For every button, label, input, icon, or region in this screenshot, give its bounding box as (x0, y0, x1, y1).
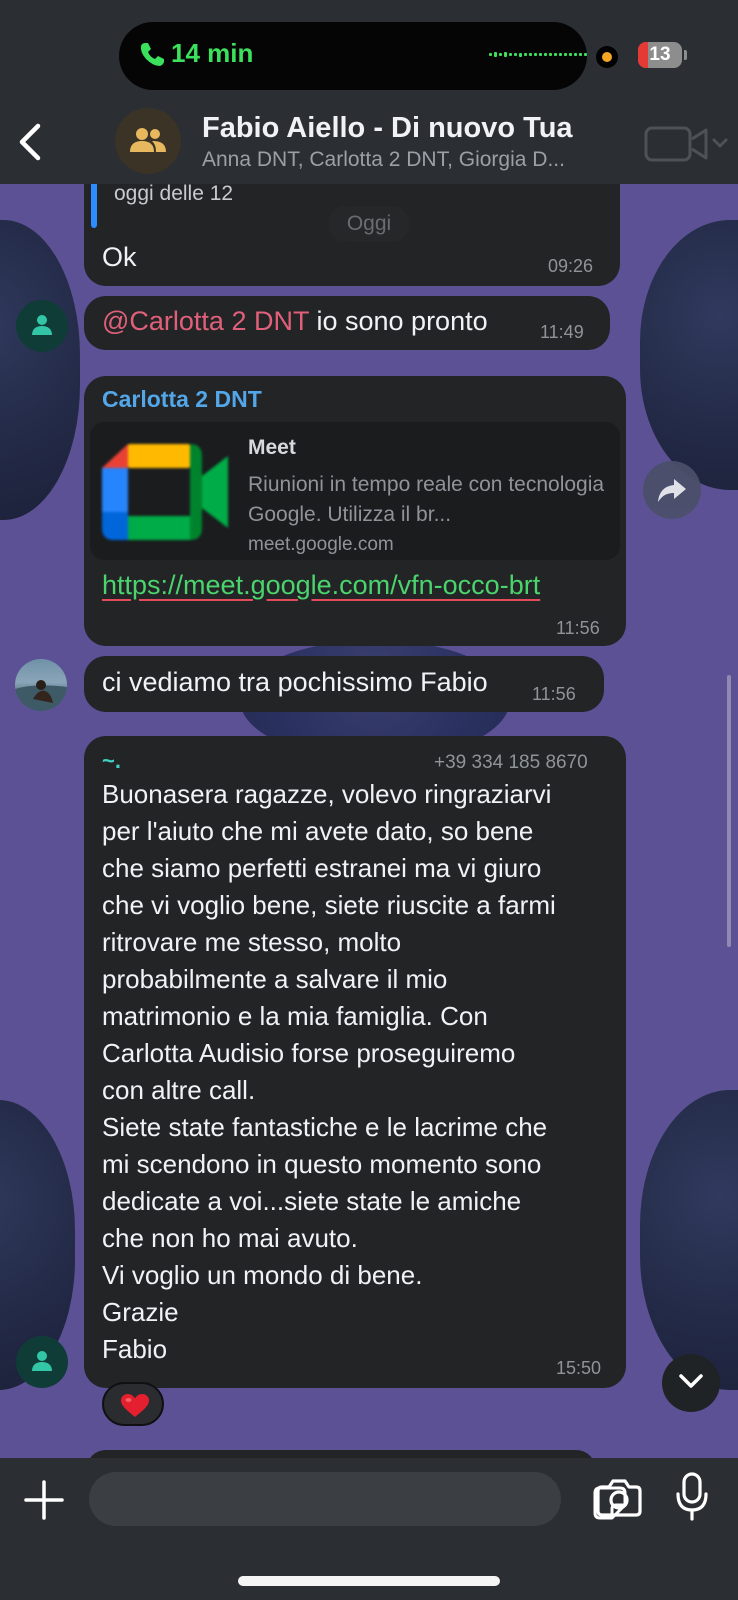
quoted-snippet: oggi delle 12 (114, 182, 234, 205)
battery-level: 13 (649, 44, 671, 65)
link-preview-description: Riunioni in tempo reale con tecnologia G… (248, 473, 605, 526)
scrollbar[interactable] (727, 675, 731, 947)
message-text: @Carlotta 2 DNT io sono pronto (102, 306, 488, 337)
link-preview-title: Meet (248, 436, 296, 459)
group-icon (130, 128, 166, 152)
mention[interactable]: @Carlotta 2 DNT (102, 306, 309, 336)
chat-participants[interactable]: Anna DNT, Carlotta 2 DNT, Giorgia D... (202, 148, 565, 172)
video-icon (644, 126, 728, 162)
avatar-photo (15, 680, 67, 711)
battery-tip (684, 50, 687, 60)
message-time: 11:49 (540, 322, 584, 342)
voice-message-button[interactable] (676, 1472, 708, 1522)
link-preview[interactable]: Meet Riunioni in tempo reale con tecnolo… (90, 422, 620, 560)
message-text: ci vediamo tra pochissimo Fabio (102, 667, 488, 697)
mic-icon (676, 1472, 708, 1521)
meet-logo (102, 444, 228, 540)
attach-button[interactable] (24, 1480, 64, 1520)
dynamic-island[interactable]: 14 min (119, 22, 587, 90)
forward-button[interactable] (643, 461, 701, 519)
avatar[interactable] (16, 1336, 68, 1388)
call-duration: 14 min (171, 38, 254, 68)
message-time: 11:56 (556, 618, 600, 638)
heart-icon (121, 1394, 149, 1417)
scroll-to-bottom-button[interactable] (662, 1354, 720, 1412)
sender-name[interactable]: ~. (102, 748, 121, 774)
avatar[interactable] (16, 300, 68, 352)
message-body: io sono pronto (308, 306, 488, 336)
camera-button[interactable] (596, 1478, 642, 1518)
message-input-box[interactable] (89, 1472, 627, 1526)
avatar[interactable] (15, 659, 67, 711)
camera-icon (596, 1479, 642, 1517)
date-divider: Oggi (328, 206, 410, 242)
person-icon (32, 1351, 52, 1371)
sender-name[interactable]: Carlotta 2 DNT (102, 386, 262, 413)
phone-icon (140, 43, 164, 66)
reaction-badge[interactable] (102, 1382, 164, 1426)
message-input[interactable] (109, 1482, 489, 1516)
link-preview-domain: meet.google.com (248, 534, 394, 555)
person-icon (32, 315, 52, 335)
forward-icon (658, 479, 686, 502)
home-indicator[interactable] (238, 1576, 500, 1586)
chevron-down-icon (679, 1374, 703, 1388)
group-avatar[interactable] (115, 108, 181, 174)
chat-header: 14 min 13 Fabio Aiello - Di nuovo Tua An… (0, 0, 738, 184)
sender-phone: +39 334 185 8670 (434, 752, 588, 773)
back-button[interactable] (14, 120, 50, 164)
message-time: 15:50 (556, 1358, 602, 1378)
plus-icon (24, 1480, 64, 1520)
chat-title[interactable]: Fabio Aiello - Di nuovo Tua (202, 112, 573, 145)
wallpaper-shape (0, 220, 80, 520)
meet-link[interactable]: https://meet.google.com/vfn-occo-brt (102, 570, 540, 601)
audio-waveform (489, 52, 587, 57)
battery-indicator: 13 (638, 42, 682, 68)
wallpaper-shape (640, 220, 738, 490)
video-call-button[interactable] (644, 124, 728, 164)
privacy-indicator (596, 46, 618, 68)
message-text: Ok (102, 242, 137, 272)
message-time: 11:56 (532, 684, 576, 704)
message-text: Buonasera ragazze, volevo ringraziarvi p… (102, 779, 556, 1364)
back-icon (19, 123, 41, 161)
composer-bar (0, 1458, 738, 1600)
message-time: 09:26 (548, 256, 594, 276)
wallpaper-shape (640, 1090, 738, 1390)
